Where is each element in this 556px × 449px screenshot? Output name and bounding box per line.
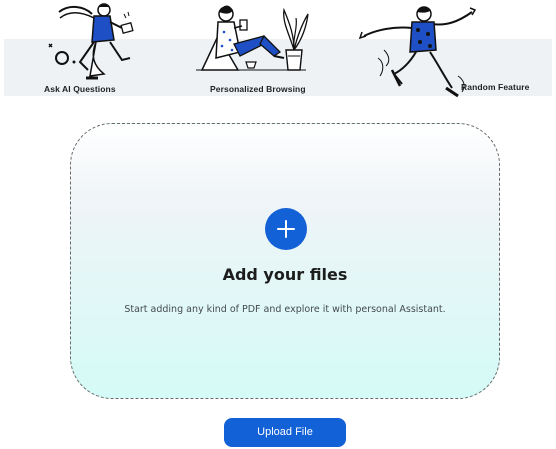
feature-random: Random Feature [354, 0, 544, 98]
plus-icon[interactable] [265, 208, 307, 250]
feature-label: Ask AI Questions [44, 84, 116, 94]
dropzone-title: Add your files [222, 265, 348, 284]
upload-file-button[interactable]: Upload File [224, 418, 346, 447]
feature-ask-ai: Ask AI Questions [34, 0, 144, 97]
dropzone-subtitle: Start adding any kind of PDF and explore… [124, 304, 446, 315]
feature-label: Personalized Browsing [210, 84, 306, 94]
person-reading-on-floor-illustration [196, 5, 309, 71]
feature-personalized-browsing: Personalized Browsing [194, 0, 314, 97]
upload-page: Ask AI Questions Personalized Browsing R… [0, 0, 556, 449]
feature-label: Random Feature [461, 82, 530, 92]
file-dropzone[interactable]: Add your files Start adding any kind of … [70, 123, 500, 399]
feature-banner: Ask AI Questions Personalized Browsing R… [4, 0, 552, 98]
person-throwing-paper-illustration [48, 3, 134, 80]
